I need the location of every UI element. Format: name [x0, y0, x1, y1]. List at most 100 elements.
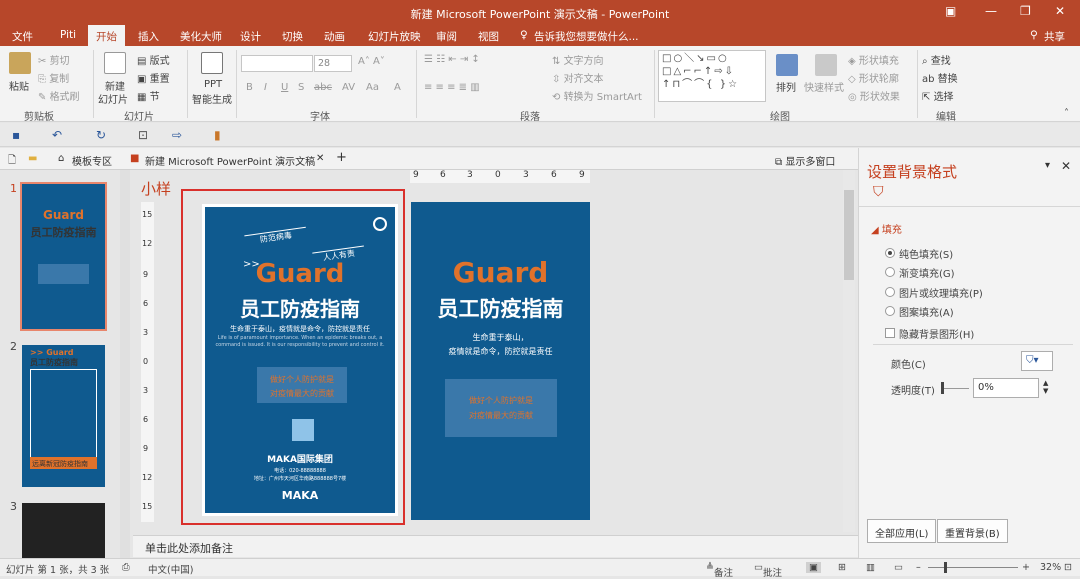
multi-window-button[interactable]: ⧉ 显示多窗口: [775, 153, 835, 168]
transparency-input[interactable]: 0%: [973, 378, 1039, 398]
change-case-button[interactable]: Aa: [366, 82, 379, 93]
text-direction-button[interactable]: ⇅ 文字方向: [552, 52, 604, 67]
find-button[interactable]: ⌕ 查找: [922, 52, 951, 67]
pointer-icon[interactable]: ⇨: [172, 128, 182, 142]
pattern-fill-label[interactable]: 图案填充(A): [899, 304, 954, 319]
shape-outline-button[interactable]: ◇ 形状轮廓: [848, 70, 899, 85]
fill-section-header[interactable]: ◢ 填充: [871, 221, 902, 236]
comments-button[interactable]: ▭ 批注: [754, 562, 782, 579]
layout-button[interactable]: ▤ 版式: [137, 52, 170, 67]
tab-file[interactable]: 文件: [12, 29, 33, 44]
reading-view-icon[interactable]: ▥: [866, 562, 875, 573]
apply-all-button[interactable]: 全部应用(L): [867, 519, 937, 543]
select-button[interactable]: ⇱ 选择: [922, 88, 954, 103]
minimize-button[interactable]: —: [985, 4, 997, 18]
shape-effects-button[interactable]: ◎ 形状效果: [848, 88, 900, 103]
language-indicator[interactable]: 中文(中国): [148, 562, 193, 576]
slide-sorter-icon[interactable]: ⊞: [838, 562, 846, 573]
poster-slide-1[interactable]: 防范病毒 人人有责 >> Guard 员工防疫指南 生命重于泰山，疫情就是命令，…: [202, 204, 398, 516]
notes-button[interactable]: ≜ 备注: [706, 562, 733, 579]
arrange-icon[interactable]: [776, 54, 798, 76]
new-slide-icon[interactable]: [104, 52, 126, 74]
spinner-icon[interactable]: ▲ ▼: [1043, 379, 1048, 395]
close-button[interactable]: ✕: [1055, 4, 1065, 18]
tab-piti[interactable]: Piti: [60, 29, 76, 41]
editor-scrollbar[interactable]: [843, 170, 855, 532]
shape-fill-button[interactable]: ◈ 形状填充: [848, 52, 899, 67]
ppt-generate-icon[interactable]: [201, 52, 223, 74]
picture-fill-label[interactable]: 图片或纹理填充(P): [899, 285, 983, 300]
align-icons[interactable]: ≡ ≡ ≡ ≣ ▥: [424, 82, 480, 93]
tab-home[interactable]: 开始: [88, 25, 125, 46]
ribbon-display-icon[interactable]: ▣: [945, 4, 956, 18]
char-spacing-button[interactable]: AV: [342, 82, 355, 93]
font-color-button[interactable]: A: [394, 82, 401, 93]
shadow-button[interactable]: S: [298, 82, 304, 93]
align-text-button[interactable]: ⇳ 对齐文本: [552, 70, 604, 85]
template-tab[interactable]: 模板专区: [72, 153, 112, 168]
notes-pane[interactable]: 单击此处添加备注: [133, 535, 858, 557]
slide-thumbnail-2[interactable]: >> Guard 员工防疫指南 远离新冠防疫指南: [22, 345, 105, 487]
strikethrough-button[interactable]: abc: [314, 82, 332, 93]
thumb-scrollbar[interactable]: [120, 170, 130, 558]
slideshow-icon[interactable]: ⊡: [138, 128, 148, 142]
scrollbar-thumb[interactable]: [844, 190, 854, 280]
replace-button[interactable]: ab 替换: [922, 70, 958, 85]
hide-bg-checkbox[interactable]: [885, 328, 895, 338]
redo-icon[interactable]: ↻: [96, 128, 106, 142]
color-picker-button[interactable]: ⛉▾: [1021, 351, 1053, 371]
italic-button[interactable]: I: [264, 82, 267, 93]
add-tab-icon[interactable]: +: [336, 150, 347, 165]
slide-thumbnail-1[interactable]: Guard 员工防疫指南: [20, 182, 107, 331]
notes-placeholder[interactable]: 单击此处添加备注: [145, 540, 233, 556]
slideshow-view-icon[interactable]: ▭: [894, 562, 903, 573]
new-file-icon[interactable]: 🗋: [8, 153, 16, 170]
smart-generate-button[interactable]: 智能生成: [192, 91, 232, 106]
pane-close-icon[interactable]: ✕: [1061, 159, 1071, 173]
reset-button[interactable]: ▣ 重置: [137, 70, 170, 85]
pattern-fill-radio[interactable]: [885, 306, 895, 316]
home-icon[interactable]: ⌂: [58, 153, 64, 164]
zoom-slider[interactable]: [928, 567, 1018, 568]
zoom-level[interactable]: 32%: [1040, 562, 1061, 573]
list-icons[interactable]: ☰ ☷ ⇤ ⇥ ↕: [424, 54, 480, 65]
normal-view-icon[interactable]: ▣: [806, 562, 821, 573]
pane-options-icon[interactable]: ▾: [1045, 160, 1050, 171]
fit-slide-icon[interactable]: ⊡: [1064, 562, 1072, 573]
solid-fill-label[interactable]: 纯色填充(S): [899, 246, 953, 261]
zoom-slider-handle[interactable]: [944, 562, 947, 573]
quick-styles-icon[interactable]: [815, 54, 837, 76]
font-name-input[interactable]: [241, 55, 313, 72]
tab-slideshow[interactable]: 幻灯片放映: [368, 29, 421, 44]
save-icon[interactable]: ▪: [12, 128, 20, 142]
gradient-fill-radio[interactable]: [885, 267, 895, 277]
zoom-out-icon[interactable]: –: [916, 562, 921, 573]
copy-button[interactable]: ⎘ 复制: [38, 70, 69, 85]
paste-icon[interactable]: [9, 52, 31, 74]
fill-bucket-icon[interactable]: ⛉: [873, 184, 884, 200]
shapes-gallery[interactable]: □○＼↘▭○ □△⌐⌐↑⇨⇩ ↑⊓⌒⌒{ }☆: [658, 50, 766, 102]
poster-slide-2[interactable]: Guard 员工防疫指南 生命重于泰山， 疫情就是命令，防控就是责任 做好个人防…: [411, 202, 590, 520]
collapse-ribbon-icon[interactable]: ˄: [1064, 108, 1069, 119]
transparency-slider-handle[interactable]: [941, 382, 944, 394]
close-tab-icon[interactable]: ✕: [316, 153, 324, 164]
hide-bg-label[interactable]: 隐藏背景图形(H): [899, 326, 974, 341]
tab-insert[interactable]: 插入: [138, 29, 159, 44]
share-button[interactable]: 共享: [1044, 29, 1065, 44]
underline-button[interactable]: U: [281, 82, 288, 93]
solid-fill-radio[interactable]: [885, 248, 895, 258]
tab-view[interactable]: 视图: [478, 29, 499, 44]
bold-button[interactable]: B: [246, 82, 253, 93]
tab-transitions[interactable]: 切换: [282, 29, 303, 44]
picture-fill-radio[interactable]: [885, 287, 895, 297]
gradient-fill-label[interactable]: 渐变填充(G): [899, 265, 955, 280]
grow-font-icon[interactable]: A˄ A˅: [358, 56, 385, 67]
tab-beautify[interactable]: 美化大师: [180, 29, 222, 44]
reset-background-button[interactable]: 重置背景(B): [937, 519, 1008, 543]
format-painter-button[interactable]: ✎ 格式刷: [38, 88, 80, 103]
tab-design[interactable]: 设计: [240, 29, 261, 44]
section-button[interactable]: ▦ 节: [137, 88, 160, 103]
transparency-slider[interactable]: [941, 388, 969, 389]
undo-icon[interactable]: ↶: [52, 128, 62, 142]
spell-check-icon[interactable]: ⎙: [122, 562, 130, 573]
